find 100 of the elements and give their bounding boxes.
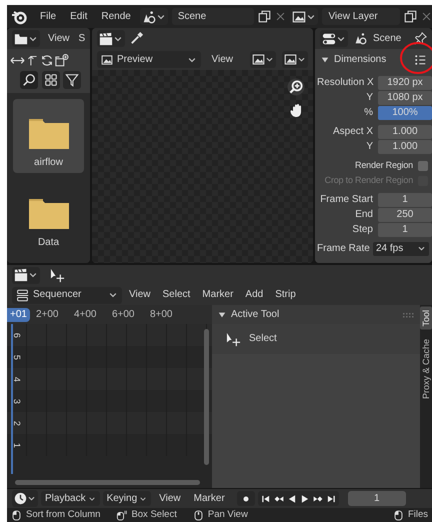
menu-item[interactable]: View [40, 32, 78, 44]
menu-item[interactable]: Select [158, 289, 196, 301]
channels-button[interactable] [282, 51, 308, 68]
search-icon [22, 73, 36, 87]
channel-number: 3 [11, 398, 22, 404]
close-icon[interactable] [275, 11, 286, 22]
sidebar-tab[interactable]: Tool [420, 307, 432, 330]
menu-dropdown[interactable]: Keying [102, 491, 152, 506]
view-layer-selector-button[interactable] [290, 8, 318, 25]
editor-type-button[interactable] [12, 266, 40, 284]
field-label: Step [351, 224, 373, 236]
image-icon [101, 54, 113, 66]
next-keyframe-button[interactable] [312, 494, 324, 504]
zoom-icon[interactable] [287, 78, 305, 96]
editor-type-button[interactable] [12, 30, 40, 47]
ruler-label: 6+00 [112, 308, 136, 320]
scene-label: Scene [373, 32, 402, 44]
number-field[interactable]: 1080 px [378, 90, 432, 104]
thumbnail-view-button[interactable] [42, 71, 60, 89]
frame-rate-dropdown[interactable]: 24 fps [373, 242, 429, 256]
editor-mode-dropdown[interactable]: Sequencer [12, 286, 122, 304]
number-field[interactable]: 1.000 [378, 124, 432, 138]
menu-item[interactable]: Marker [188, 492, 230, 504]
number-field[interactable]: 250 [378, 208, 432, 222]
menu-item[interactable]: S [78, 32, 86, 44]
menu-dropdown[interactable]: Playback [41, 491, 100, 506]
select-tool-icon[interactable] [50, 268, 65, 282]
list-icon[interactable] [414, 54, 426, 66]
parent-folder-icon[interactable] [26, 53, 39, 68]
checkbox-label: Crop to Render Region [324, 175, 413, 186]
number-field[interactable]: 1920 px [378, 76, 432, 90]
play-icon [300, 494, 310, 504]
status-hint: Sort from Column [26, 509, 100, 521]
display-mode-dropdown[interactable]: Preview [97, 51, 200, 68]
panel-header[interactable]: Active Tool [212, 305, 420, 324]
horizontal-scrollbar[interactable] [15, 480, 200, 485]
folder-tile[interactable]: airflow [13, 99, 84, 173]
field-label: Y [365, 140, 373, 152]
previous-keyframe-button[interactable] [272, 494, 285, 504]
blender-logo-icon[interactable] [11, 8, 27, 24]
record-icon [240, 494, 251, 504]
vertical-scrollbar[interactable] [204, 329, 209, 465]
overlay-button[interactable] [250, 51, 276, 68]
editor-type-button[interactable] [320, 30, 348, 47]
duplicate-icon[interactable] [404, 10, 417, 23]
jump-end-icon [326, 494, 336, 504]
drag-handle-icon[interactable] [403, 310, 414, 318]
sidebar-tab[interactable]: Proxy & Cache [420, 336, 432, 402]
view-layer-field[interactable]: View Layer [322, 8, 400, 25]
number-field[interactable]: 1 [378, 192, 432, 206]
editor-type-button[interactable] [12, 490, 38, 507]
editor-type-button[interactable] [97, 30, 125, 47]
channel-number: 4 [11, 376, 22, 382]
jump-start-icon [260, 494, 271, 504]
filter-icon [65, 73, 79, 87]
ruler-label: 4+00 [74, 308, 98, 320]
panel-title: Active Tool [231, 308, 280, 320]
menu-item[interactable]: Edit [65, 10, 92, 22]
new-folder-icon[interactable] [55, 53, 69, 68]
record-button[interactable] [236, 491, 255, 506]
current-frame-field[interactable]: 1 [348, 491, 406, 506]
menu-item[interactable]: View [206, 54, 238, 66]
previous-keyframe-icon [274, 494, 284, 504]
field-label: Aspect X [332, 126, 373, 138]
menu-item[interactable]: View [124, 289, 156, 301]
menu-item[interactable]: Rende [96, 10, 136, 22]
duplicate-icon[interactable] [258, 10, 272, 23]
search-button[interactable] [20, 71, 38, 89]
eyedropper-icon[interactable] [129, 31, 144, 46]
scene-selector-button[interactable] [140, 8, 168, 25]
pin-icon[interactable] [414, 32, 427, 45]
caret-icon [297, 55, 306, 64]
folder-tile[interactable]: Data [13, 179, 84, 253]
menu-item[interactable]: Marker [197, 289, 238, 301]
menu-item[interactable]: Add [240, 289, 268, 301]
image-icon [284, 53, 297, 66]
menu-item[interactable]: View [154, 492, 186, 504]
number-field[interactable]: 1 [378, 222, 432, 236]
next-keyframe-icon [312, 494, 323, 504]
checkbox[interactable] [418, 160, 428, 170]
close-icon[interactable] [421, 11, 432, 22]
current-frame-indicator[interactable]: +01 [7, 308, 30, 322]
folder-icon [28, 197, 68, 229]
select-tool-icon [226, 332, 241, 346]
panel-header[interactable]: Dimensions [315, 49, 432, 71]
status-hint: Files [408, 509, 428, 521]
field-label: Frame Start [319, 194, 373, 206]
number-field[interactable]: 1.000 [378, 140, 432, 154]
caret-icon [88, 494, 96, 502]
channel-number: 6 [11, 332, 22, 338]
grid-icon [44, 73, 58, 87]
menu-item[interactable]: File [35, 10, 62, 22]
status-hint: Pan View [208, 509, 248, 521]
scene-field[interactable]: Scene [172, 8, 254, 25]
jump-start-button[interactable] [260, 494, 272, 504]
ruler-label: 8+00 [150, 308, 174, 320]
filter-button[interactable] [63, 71, 81, 89]
menu-item[interactable]: Strip [270, 289, 301, 301]
caret-icon [27, 494, 36, 503]
refresh-icon[interactable] [40, 53, 54, 68]
